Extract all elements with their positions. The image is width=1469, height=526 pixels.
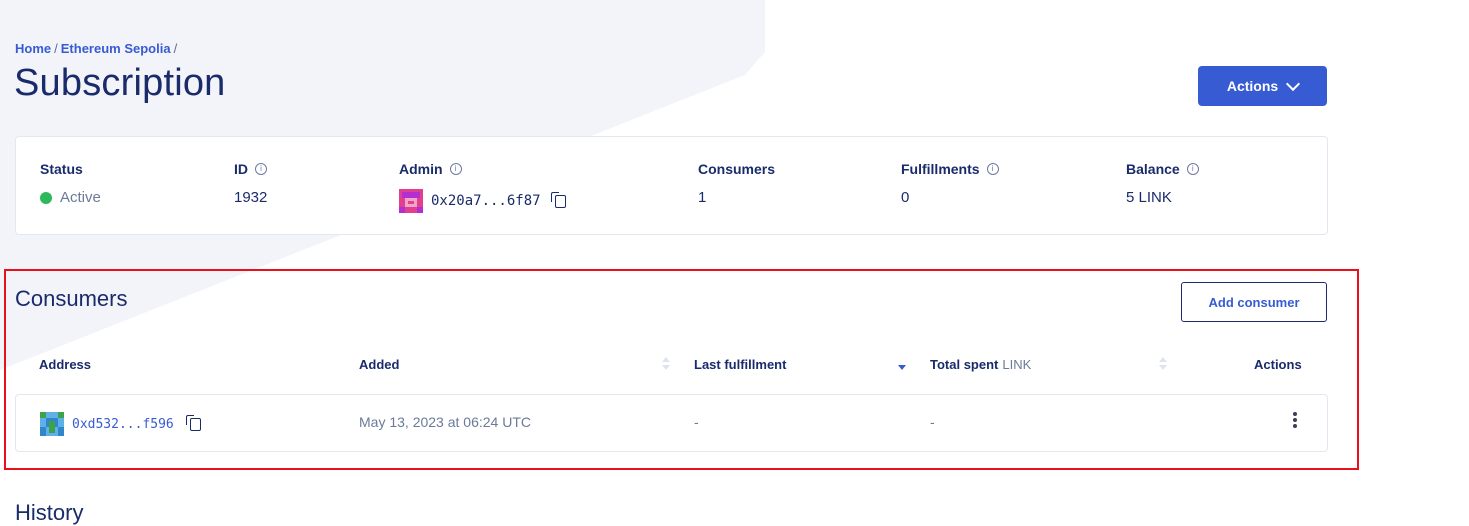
consumers-label: Consumers: [698, 161, 776, 177]
info-icon[interactable]: i: [255, 163, 267, 175]
copy-icon[interactable]: [185, 414, 201, 431]
breadcrumb-network[interactable]: Ethereum Sepolia: [61, 41, 171, 56]
column-header-last-fulfillment[interactable]: Last fulfillment: [694, 357, 786, 372]
column-header-actions: Actions: [1254, 357, 1302, 372]
info-icon[interactable]: i: [986, 163, 999, 175]
stat-status: Status Active: [40, 161, 101, 206]
added-cell: May 13, 2023 at 06:24 UTC: [359, 414, 531, 430]
total-spent-cell: -: [930, 414, 935, 430]
info-icon[interactable]: i: [1186, 163, 1199, 175]
breadcrumb-separator: /: [173, 41, 178, 56]
table-row: 0xd532...f596 May 13, 2023 at 06:24 UTC …: [15, 394, 1328, 452]
id-label: ID: [234, 161, 248, 177]
info-icon[interactable]: i: [449, 163, 462, 175]
actions-button-label: Actions: [1226, 78, 1279, 94]
consumers-value: 1: [698, 189, 707, 206]
stat-admin: Admin i 0x20a7...6f87: [399, 161, 566, 213]
balance-label: Balance: [1126, 161, 1180, 177]
status-label: Status: [40, 161, 83, 177]
more-options-icon[interactable]: [1293, 412, 1297, 430]
sort-icon[interactable]: [662, 356, 670, 374]
fulfillments-label: Fulfillments: [901, 161, 980, 177]
column-header-address: Address: [39, 357, 92, 372]
consumers-title: Consumers: [15, 286, 128, 311]
column-header-total-spent[interactable]: Total spent LINK: [930, 357, 1031, 372]
breadcrumb: Home / Ethereum Sepolia /: [15, 41, 180, 56]
last-fulfillment-cell: -: [694, 414, 699, 430]
stat-id: ID i 1932: [234, 161, 267, 206]
sort-descending-icon[interactable]: [898, 356, 906, 374]
copy-icon[interactable]: [550, 191, 566, 208]
actions-button[interactable]: Actions: [1198, 66, 1327, 106]
chevron-down-icon: [1286, 76, 1301, 91]
consumer-address-link[interactable]: 0xd532...f596: [72, 417, 174, 432]
page-title: Subscription: [14, 62, 226, 104]
breadcrumb-home[interactable]: Home: [15, 41, 51, 56]
fulfillments-value: 0: [901, 189, 910, 206]
summary-card: Status Active ID i 1932 Admin i 0x20a7...6…: [15, 136, 1328, 235]
consumer-avatar-icon: [40, 412, 64, 436]
stat-fulfillments: Fulfillments i 0: [901, 161, 999, 206]
stat-balance: Balance i 5 LINK: [1126, 161, 1199, 206]
balance-value: 5 LINK: [1126, 189, 1172, 206]
breadcrumb-separator: /: [54, 41, 58, 56]
status-active-dot-icon: [40, 191, 52, 204]
consumer-address-cell: 0xd532...f596: [40, 412, 201, 436]
column-header-added[interactable]: Added: [359, 357, 399, 372]
add-consumer-button[interactable]: Add consumer: [1181, 282, 1327, 322]
history-title: History: [15, 500, 84, 525]
stat-consumers: Consumers 1: [698, 161, 775, 206]
status-value: Active: [60, 189, 101, 206]
total-spent-unit: LINK: [1002, 357, 1032, 372]
sort-icon[interactable]: [1159, 356, 1167, 374]
admin-address: 0x20a7...6f87: [431, 193, 541, 209]
admin-label: Admin: [399, 161, 443, 177]
total-spent-label: Total spent: [930, 357, 999, 372]
admin-avatar-icon: [399, 189, 423, 213]
id-value: 1932: [234, 189, 268, 206]
